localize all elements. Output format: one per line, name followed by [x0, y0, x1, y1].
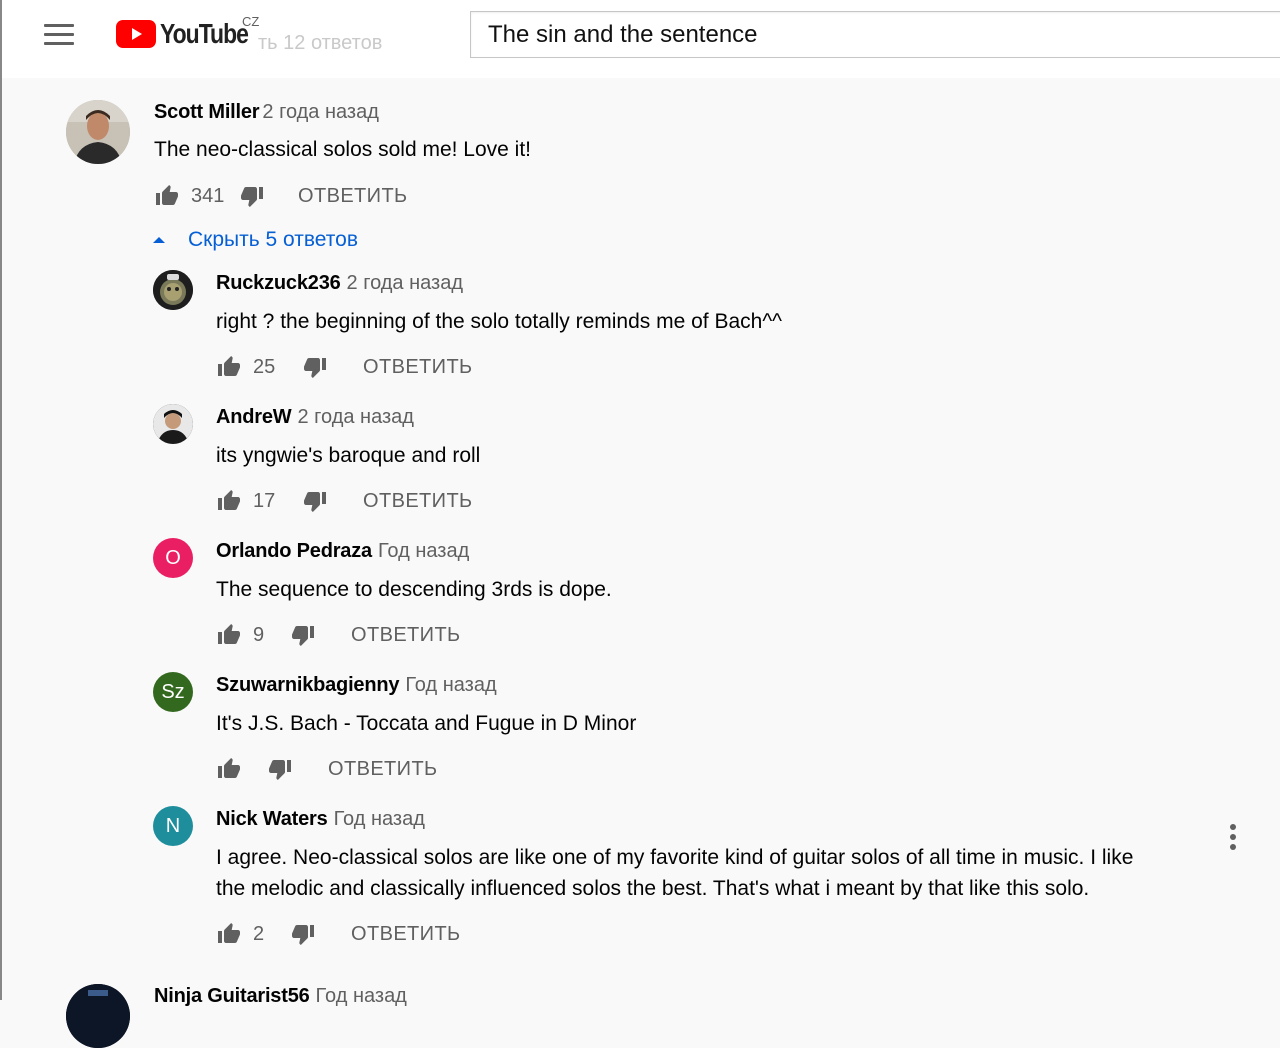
comment-header: AndreW 2 года назад [216, 406, 414, 429]
caret-up-icon [153, 237, 165, 243]
like-icon[interactable] [216, 355, 242, 379]
comment-header: Scott Miller 2 года назад [154, 101, 379, 124]
avatar[interactable]: O [153, 538, 193, 578]
dislike-icon[interactable] [302, 355, 328, 379]
hide-replies-label: Скрыть 5 ответов [188, 228, 358, 251]
ghost-text: ть 12 ответов [258, 32, 383, 54]
avatar[interactable] [153, 270, 193, 310]
comment-text: its yngwie's baroque and roll [216, 444, 481, 467]
dislike-icon[interactable] [239, 184, 265, 208]
comment-time[interactable]: 2 года назад [262, 101, 378, 123]
dislike-icon[interactable] [302, 489, 328, 513]
comment-actions: 9 ОТВЕТИТЬ [216, 621, 461, 649]
avatar[interactable]: Sz [153, 672, 193, 712]
youtube-play-icon [116, 20, 156, 48]
comment-time[interactable]: Год назад [405, 674, 496, 696]
like-icon[interactable] [154, 184, 180, 208]
like-count: 341 [191, 184, 225, 207]
user-photo-icon [153, 404, 193, 444]
reply-button[interactable]: ОТВЕТИТЬ [351, 624, 461, 647]
dislike-icon[interactable] [290, 922, 316, 946]
user-photo-icon [153, 270, 193, 310]
comment-text: It's J.S. Bach - Toccata and Fugue in D … [216, 712, 637, 735]
hide-replies-button[interactable]: Скрыть 5 ответов [152, 226, 358, 254]
comment-text-line: the melodic and classically influenced s… [216, 877, 1090, 900]
country-code: CZ [242, 14, 260, 29]
comment-time[interactable]: 2 года назад [297, 406, 413, 428]
comment-header: Szuwarnikbagienny Год назад [216, 674, 497, 697]
comment-text: The neo-classical solos sold me! Love it… [154, 138, 532, 161]
avatar[interactable] [153, 404, 193, 444]
comment-author[interactable]: AndreW [216, 406, 292, 428]
more-actions-icon[interactable] [1224, 824, 1242, 852]
comment-text: right ? the beginning of the solo totall… [216, 310, 783, 333]
avatar[interactable]: N [153, 806, 193, 846]
dislike-icon[interactable] [267, 757, 293, 781]
comment-time[interactable]: 2 года назад [347, 272, 463, 294]
like-count: 17 [253, 489, 276, 512]
comment-actions: 2 ОТВЕТИТЬ [216, 920, 461, 948]
comment-text: I agree. Neo-classical solos are like on… [216, 842, 1196, 904]
like-icon[interactable] [216, 757, 242, 781]
reply-button[interactable]: ОТВЕТИТЬ [351, 923, 461, 946]
comment-author[interactable]: Nick Waters [216, 808, 328, 830]
comment-text-line: I agree. Neo-classical solos are like on… [216, 846, 1134, 869]
like-count: 9 [253, 623, 265, 646]
reply-button[interactable]: ОТВЕТИТЬ [298, 185, 408, 208]
comment-time[interactable]: Год назад [378, 540, 469, 562]
comment-header: Ninja Guitarist56 Год назад [154, 985, 407, 1008]
comment-header: Orlando Pedraza Год назад [216, 540, 469, 563]
like-count: 25 [253, 355, 276, 378]
comment-author[interactable]: Ruckzuck236 [216, 272, 341, 294]
comment-time[interactable]: Год назад [334, 808, 425, 830]
reply-button[interactable]: ОТВЕТИТЬ [328, 758, 438, 781]
masthead: ть 12 ответов YouTube CZ The sin and the… [2, 0, 1280, 78]
comment-text: The sequence to descending 3rds is dope. [216, 578, 612, 601]
hamburger-menu-icon[interactable] [44, 24, 74, 46]
search-query: The sin and the sentence [488, 20, 758, 48]
like-icon[interactable] [216, 623, 242, 647]
comment-author[interactable]: Szuwarnikbagienny [216, 674, 400, 696]
like-count: 2 [253, 922, 265, 945]
like-icon[interactable] [216, 922, 242, 946]
dislike-icon[interactable] [290, 623, 316, 647]
comment-author[interactable]: Ninja Guitarist56 [154, 985, 310, 1007]
logo-wordmark: YouTube [160, 18, 249, 49]
comment-actions: 25 ОТВЕТИТЬ [216, 353, 473, 381]
comment-actions: 341 ОТВЕТИТЬ [154, 182, 408, 210]
comment-author[interactable]: Orlando Pedraza [216, 540, 372, 562]
comment-header: Nick Waters Год назад [216, 808, 425, 831]
comment-time[interactable]: Год назад [316, 985, 407, 1007]
window-edge [0, 0, 2, 1000]
search-input[interactable]: The sin and the sentence [470, 11, 1280, 58]
avatar[interactable] [66, 100, 130, 164]
like-icon[interactable] [216, 489, 242, 513]
comment-actions: ОТВЕТИТЬ [216, 755, 438, 783]
avatar[interactable] [66, 984, 130, 1048]
user-photo-icon [66, 100, 130, 164]
reply-button[interactable]: ОТВЕТИТЬ [363, 490, 473, 513]
user-photo-icon [66, 984, 130, 1048]
comment-author[interactable]: Scott Miller [154, 101, 260, 123]
reply-button[interactable]: ОТВЕТИТЬ [363, 356, 473, 379]
comment-header: Ruckzuck236 2 года назад [216, 272, 463, 295]
comment-actions: 17 ОТВЕТИТЬ [216, 487, 473, 515]
